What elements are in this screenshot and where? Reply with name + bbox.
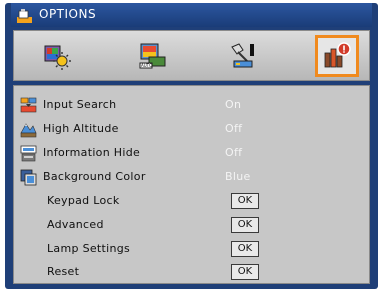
input-search-icon — [20, 97, 37, 114]
svg-text:AUTO: AUTO — [141, 63, 152, 68]
menu-item-advanced[interactable]: Advanced OK — [14, 215, 369, 237]
tab-options[interactable] — [315, 35, 359, 77]
menu-item-value: Blue — [225, 170, 251, 183]
menu-item-label: Input Search — [43, 98, 117, 111]
high-altitude-icon — [20, 121, 37, 138]
menu-item-lamp-settings[interactable]: Lamp Settings OK — [14, 239, 369, 261]
setup-icon — [231, 43, 254, 68]
menu-item-input-search[interactable]: Input Search On — [14, 95, 369, 117]
image-settings-icon — [44, 45, 71, 70]
lamp-settings-ok-button[interactable]: OK — [231, 241, 259, 257]
menu-item-label: Keypad Lock — [47, 194, 120, 207]
window-title: OPTIONS — [39, 7, 97, 21]
options-menu-panel: Input Search On High Altitude Off Inform… — [13, 85, 370, 284]
menu-item-background-color[interactable]: Background Color Blue — [14, 167, 369, 189]
menu-item-value: Off — [225, 122, 243, 135]
menu-item-value: On — [225, 98, 242, 111]
reset-ok-button[interactable]: OK — [231, 264, 259, 280]
menu-item-label: High Altitude — [43, 122, 119, 135]
title-bar: OPTIONS — [11, 3, 372, 27]
background-color-icon — [20, 169, 37, 186]
menu-item-information-hide[interactable]: Information Hide Off — [14, 143, 369, 165]
menu-item-label: Reset — [47, 265, 80, 278]
options-icon — [324, 42, 351, 68]
display-settings-icon: AUTO — [139, 43, 166, 69]
options-title-icon — [17, 8, 32, 23]
tab-setup[interactable] — [221, 35, 265, 77]
menu-item-label: Lamp Settings — [47, 242, 131, 255]
menu-item-label: Information Hide — [43, 146, 141, 159]
tab-display[interactable]: AUTO — [130, 35, 174, 77]
menu-item-label: Advanced — [47, 218, 104, 231]
menu-item-value: Off — [225, 146, 243, 159]
advanced-ok-button[interactable]: OK — [231, 217, 259, 233]
menu-item-reset[interactable]: Reset OK — [14, 262, 369, 284]
menu-item-high-altitude[interactable]: High Altitude Off — [14, 119, 369, 141]
options-menu-window: OPTIONS AUTO Input Search On High Altitu… — [5, 3, 378, 289]
information-hide-icon — [20, 145, 37, 162]
keypad-lock-ok-button[interactable]: OK — [231, 193, 259, 209]
menu-tab-bar: AUTO — [13, 30, 370, 81]
menu-item-label: Background Color — [43, 170, 146, 183]
tab-image[interactable] — [35, 35, 79, 77]
menu-item-keypad-lock[interactable]: Keypad Lock OK — [14, 191, 369, 213]
